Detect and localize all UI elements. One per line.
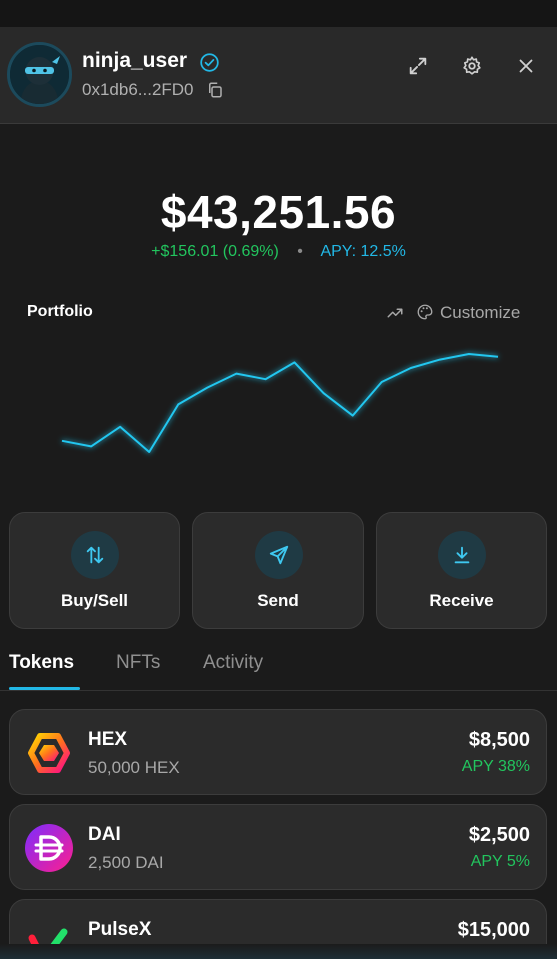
tab-activity[interactable]: Activity xyxy=(203,652,263,674)
username: ninja_user xyxy=(82,49,188,72)
copy-icon[interactable] xyxy=(206,81,224,99)
wallet-header: ninja_user 0x1db6...2FD0 xyxy=(0,27,557,124)
portfolio-chart xyxy=(61,353,499,453)
token-amount: 50,000 HEX xyxy=(88,758,180,777)
close-icon[interactable] xyxy=(515,55,537,77)
expand-icon[interactable] xyxy=(407,55,429,77)
token-row-hex[interactable]: HEX 50,000 HEX $8,500 APY 38% xyxy=(9,709,547,795)
download-icon xyxy=(454,546,470,564)
palette-icon[interactable] xyxy=(416,303,434,321)
buy-sell-button[interactable]: Buy/Sell xyxy=(9,512,180,629)
dai-logo-icon xyxy=(25,824,73,872)
receive-icon-circle xyxy=(438,531,486,579)
separator-dot: • xyxy=(297,243,303,260)
tab-tokens[interactable]: Tokens xyxy=(9,652,74,674)
send-label: Send xyxy=(257,591,299,610)
balance-change-row: +$156.01 (0.69%) • APY: 12.5% xyxy=(0,243,557,261)
send-icon-circle xyxy=(255,531,303,579)
arrows-up-down-icon xyxy=(86,546,104,564)
portfolio-apy: APY: 12.5% xyxy=(320,243,406,260)
send-button[interactable]: Send xyxy=(192,512,364,629)
gear-icon[interactable] xyxy=(461,55,483,77)
token-amount: 2,500 DAI xyxy=(88,853,164,872)
total-balance: $43,251.56 xyxy=(160,186,397,238)
token-value: $2,500 xyxy=(468,824,530,846)
token-name: HEX xyxy=(88,729,128,750)
avatar[interactable] xyxy=(7,42,72,107)
balance-change: +$156.01 (0.69%) xyxy=(151,243,279,260)
token-value: $8,500 xyxy=(468,729,530,751)
send-icon xyxy=(269,545,289,565)
asset-tabs: Tokens NFTs Activity xyxy=(0,650,557,691)
tab-nfts[interactable]: NFTs xyxy=(116,652,160,674)
bottom-fade xyxy=(0,944,557,959)
hex-logo-icon xyxy=(28,733,70,773)
token-name: PulseX xyxy=(88,919,152,940)
token-apy: APY 38% xyxy=(461,758,530,775)
buy-sell-icon-circle xyxy=(71,531,119,579)
token-value: $15,000 xyxy=(457,919,530,941)
portfolio-line xyxy=(61,353,499,453)
ninja-avatar-icon xyxy=(10,45,69,104)
portfolio-title: Portfolio xyxy=(27,303,93,320)
top-strip xyxy=(0,0,557,27)
trending-up-icon[interactable] xyxy=(386,304,404,322)
token-row-dai[interactable]: DAI 2,500 DAI $2,500 APY 5% xyxy=(9,804,547,890)
active-tab-indicator xyxy=(9,687,80,690)
receive-button[interactable]: Receive xyxy=(376,512,547,629)
customize-button[interactable]: Customize xyxy=(440,303,520,323)
buy-sell-label: Buy/Sell xyxy=(60,591,129,610)
wallet-address: 0x1db6...2FD0 xyxy=(82,80,194,99)
receive-label: Receive xyxy=(429,591,494,610)
token-apy: APY 5% xyxy=(470,853,530,870)
token-name: DAI xyxy=(88,824,121,845)
verified-badge-icon xyxy=(200,53,219,72)
